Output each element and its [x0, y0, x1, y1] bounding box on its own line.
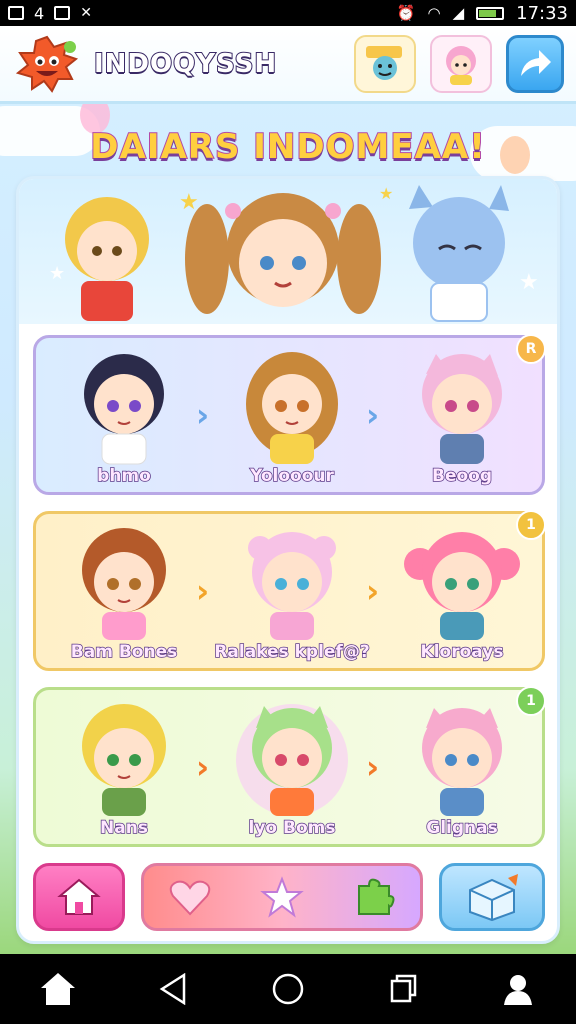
character-card[interactable]: Kloroays — [402, 524, 522, 663]
home-button[interactable] — [33, 863, 125, 931]
character-card[interactable]: Yolooour — [232, 348, 352, 487]
character-portrait — [248, 532, 336, 640]
character-portrait — [246, 352, 338, 464]
wifi-icon: ◠ — [427, 4, 441, 22]
character-portrait — [82, 528, 166, 640]
home-icon — [57, 878, 101, 915]
title-banner: DAIARS INDOMEAA! — [0, 112, 576, 182]
home-nav-icon[interactable] — [36, 967, 80, 1011]
friends-icon — [366, 45, 402, 80]
avatar-button[interactable] — [430, 34, 492, 93]
character-name: Glignas — [426, 817, 499, 839]
character-name: Beoog — [431, 465, 493, 487]
share-arrow-icon — [521, 49, 551, 76]
a-icon: 4 — [34, 3, 45, 23]
status-bar: 4 ✕ ⏰ ◠ ◢ 17:33 — [0, 0, 576, 26]
character-card[interactable]: lyo Boms — [232, 700, 352, 839]
character-portrait — [404, 532, 520, 640]
character-name: lyo Boms — [248, 817, 336, 839]
avatar-icon — [446, 45, 476, 85]
character-row-1[interactable]: R bhmo › Yolooour › Beoog — [33, 334, 546, 495]
cross-icon: ✕ — [80, 5, 92, 21]
character-portrait — [82, 704, 166, 816]
character-card[interactable]: Nans — [64, 700, 184, 839]
character-portrait — [422, 354, 502, 464]
circle-home-icon[interactable] — [266, 967, 310, 1011]
character-name: Ralakes kplef@? — [214, 641, 371, 663]
character-card[interactable]: Ralakes kplef@? — [214, 524, 370, 663]
box-icon — [469, 874, 518, 922]
character-portrait — [236, 704, 348, 816]
hero-characters: ★ ★ ★ ★ — [19, 179, 557, 324]
recents-icon[interactable] — [381, 967, 425, 1011]
share-button[interactable] — [506, 34, 564, 93]
star-icon[interactable] — [259, 876, 305, 918]
profile-icon[interactable] — [496, 967, 540, 1011]
bottom-toolbar — [33, 863, 545, 935]
chevron-right-icon: › — [366, 572, 380, 610]
image-icon — [8, 6, 24, 20]
character-name: Bam Bones — [70, 641, 178, 663]
character-row-3[interactable]: 1 Nans › lyo Boms › Glignas — [33, 686, 546, 847]
chevron-right-icon: › — [196, 396, 210, 434]
chevron-right-icon: › — [196, 572, 210, 610]
character-name: Nans — [99, 817, 148, 839]
character-card[interactable]: Beoog — [402, 348, 522, 487]
svg-text:★: ★ — [179, 190, 199, 215]
character-card[interactable]: Bam Bones — [64, 524, 184, 663]
svg-text:★: ★ — [379, 184, 393, 203]
photo-icon — [54, 6, 71, 20]
character-row-2[interactable]: 1 Bam Bones › Ralakes kplef@? › Kloroays — [33, 510, 546, 671]
puzzle-icon[interactable] — [351, 876, 397, 918]
app-name: INDOQYSSH — [93, 48, 278, 80]
chevron-right-icon: › — [366, 748, 380, 786]
character-name: Yolooour — [249, 465, 334, 487]
main-card: ★ ★ ★ ★ R bhmo › Yolooour › Beoog 1 Bam … — [16, 176, 560, 944]
friends-button[interactable] — [354, 34, 416, 93]
chevron-right-icon: › — [366, 396, 380, 434]
category-bar — [141, 863, 423, 931]
battery-icon — [476, 6, 505, 20]
heart-icon[interactable] — [167, 876, 213, 918]
status-time: 17:33 — [516, 2, 568, 24]
character-portrait — [84, 354, 164, 465]
system-nav-bar — [0, 954, 576, 1024]
app-header: INDOQYSSH — [0, 26, 576, 104]
hero-illustration: ★ ★ ★ ★ — [49, 184, 539, 322]
character-card[interactable]: bhmo — [64, 348, 184, 487]
svg-text:★: ★ — [49, 263, 65, 284]
character-card[interactable]: Glignas — [402, 700, 522, 839]
svg-text:★: ★ — [519, 270, 539, 295]
character-portrait — [422, 708, 502, 816]
back-icon[interactable] — [151, 967, 195, 1011]
alarm-icon: ⏰ — [396, 4, 416, 22]
banner-title: DAIARS INDOMEAA! — [89, 126, 486, 168]
character-name: Kloroays — [420, 641, 504, 663]
signal-icon: ◢ — [452, 4, 465, 22]
mascot-logo-icon[interactable] — [12, 33, 82, 95]
chevron-right-icon: › — [196, 748, 210, 786]
inventory-button[interactable] — [439, 863, 545, 931]
character-name: bhmo — [96, 465, 151, 487]
